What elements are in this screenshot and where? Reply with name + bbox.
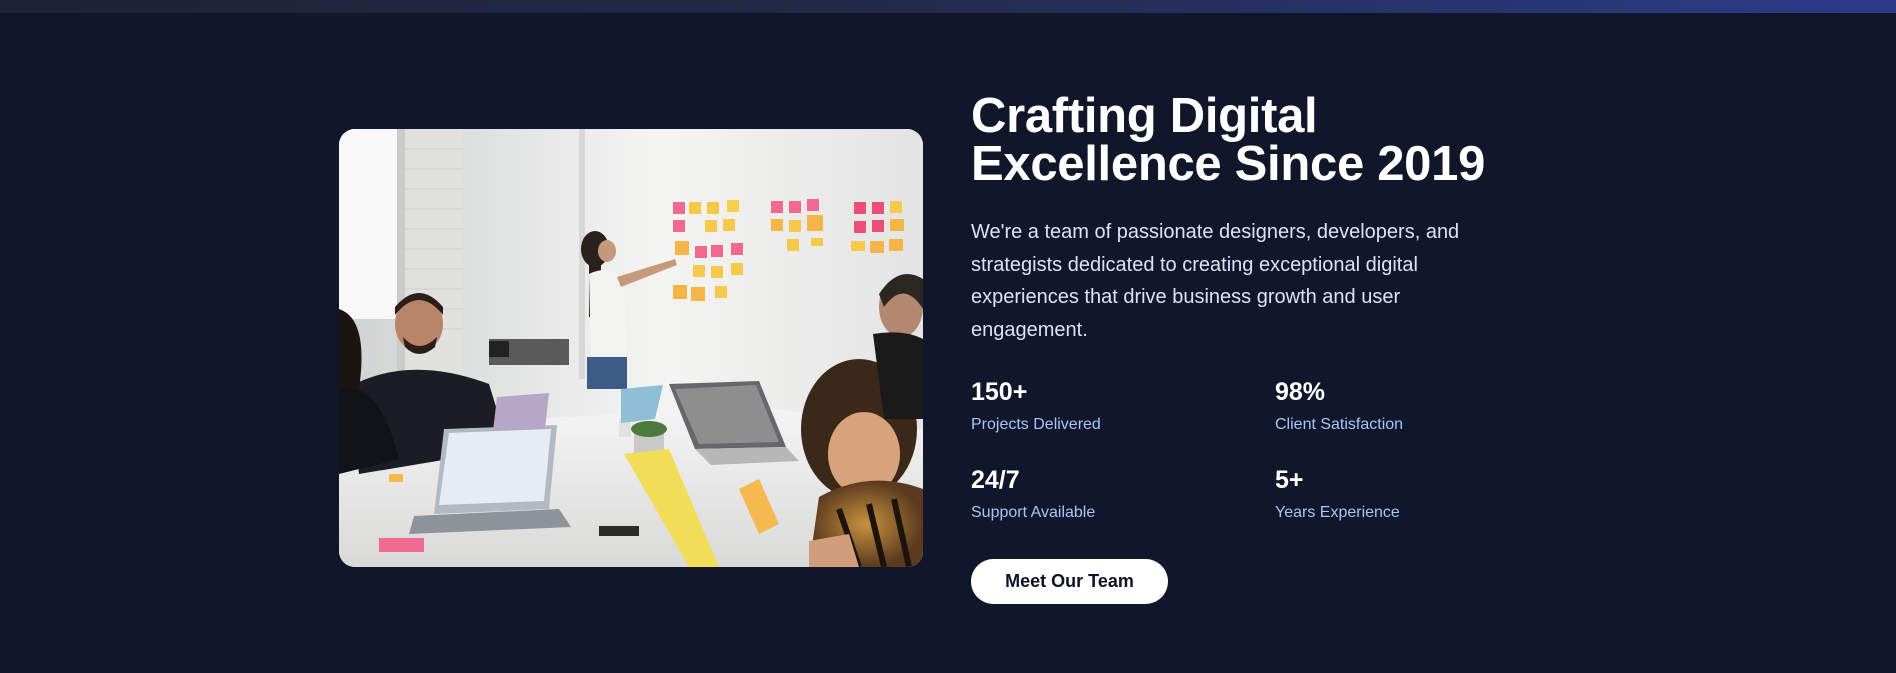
headline-line-2: Excellence Since 2019	[971, 137, 1486, 191]
stat-years-experience: 5+ Years Experience	[1275, 465, 1555, 523]
about-description: We're a team of passionate designers, de…	[971, 221, 1460, 341]
team-photo	[339, 129, 923, 567]
stat-label: Client Satisfaction	[1275, 416, 1404, 433]
stat-value: 150+	[971, 378, 1028, 406]
about-content: Crafting Digital Excellence Since 2019 W…	[971, 89, 1531, 604]
page-title: Crafting Digital Excellence Since 2019	[971, 89, 1531, 191]
stat-label: Years Experience	[1275, 504, 1400, 521]
headline-line-1: Crafting Digital	[971, 89, 1318, 143]
stat-label: Projects Delivered	[971, 416, 1101, 433]
stat-value: 24/7	[971, 466, 1020, 494]
top-gradient-bar	[0, 0, 1896, 13]
stat-label: Support Available	[971, 504, 1096, 521]
meet-our-team-button[interactable]: Meet Our Team	[971, 559, 1168, 604]
stat-value: 98%	[1275, 378, 1326, 406]
stat-projects-delivered: 150+ Projects Delivered	[971, 377, 1251, 435]
stat-value: 5+	[1275, 466, 1304, 494]
about-section: Crafting Digital Excellence Since 2019 W…	[0, 0, 1896, 673]
stat-support-available: 24/7 Support Available	[971, 465, 1251, 523]
stat-client-satisfaction: 98% Client Satisfaction	[1275, 377, 1555, 435]
stats-grid: 150+ Projects Delivered 98% Client Satis…	[971, 377, 1531, 557]
